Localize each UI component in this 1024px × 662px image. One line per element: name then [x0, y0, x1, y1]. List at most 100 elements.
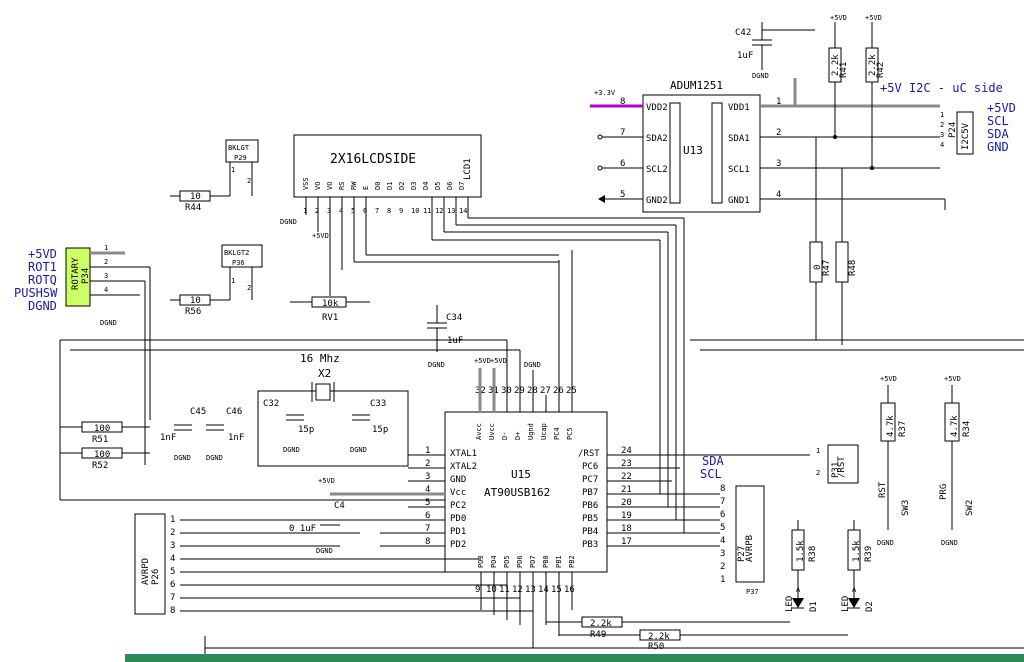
svg-text:PB5: PB5 — [582, 514, 598, 524]
svg-text:4: 4 — [940, 141, 944, 149]
svg-text:2: 2 — [247, 284, 251, 292]
svg-text:ROT1: ROT1 — [28, 260, 57, 274]
svg-text:12: 12 — [512, 585, 523, 595]
svg-text:BKLGT: BKLGT — [228, 144, 250, 152]
svg-text:A: A — [796, 586, 801, 594]
svg-text:4: 4 — [170, 554, 175, 564]
svg-text:PD3: PD3 — [477, 555, 485, 568]
svg-text:D6: D6 — [446, 182, 454, 190]
svg-text:2: 2 — [720, 562, 725, 572]
i2c-pullups: +5VD +5VD R41 R42 2.2k 2.2k — [793, 14, 886, 170]
schematic-canvas: ADUM1251 U13 VDD2 SDA2 SCL2 GND2 8 7 6 5… — [14, 14, 1024, 662]
svg-text:PD1: PD1 — [450, 527, 466, 537]
svg-text:3: 3 — [104, 272, 108, 280]
svg-text:+5VD: +5VD — [490, 357, 507, 365]
svg-text:PB2: PB2 — [568, 555, 576, 568]
svg-text:PD0: PD0 — [450, 514, 466, 524]
svg-text:10: 10 — [411, 207, 419, 215]
svg-text:ROTARY: ROTARY — [71, 257, 81, 290]
svg-text:RV1: RV1 — [322, 313, 338, 323]
svg-text:PC6: PC6 — [582, 462, 598, 472]
resistors-r49-r50: 2.2k R49 2.2k R50 — [546, 616, 848, 652]
svg-text:+5VD: +5VD — [318, 477, 335, 485]
svg-text:8: 8 — [387, 207, 391, 215]
svg-text:PB3: PB3 — [582, 540, 598, 550]
svg-text:14: 14 — [459, 207, 467, 215]
svg-text:PD5: PD5 — [503, 555, 511, 568]
svg-text:E: E — [362, 186, 370, 190]
svg-text:2.2k: 2.2k — [831, 54, 841, 76]
svg-text:26: 26 — [553, 386, 564, 396]
svg-text:SCL1: SCL1 — [728, 165, 750, 175]
svg-text:2: 2 — [104, 258, 108, 266]
svg-text:PB4: PB4 — [582, 527, 598, 537]
svg-text:P37: P37 — [746, 588, 759, 596]
svg-text:PC5: PC5 — [566, 427, 574, 440]
svg-text:P31: P31 — [831, 462, 841, 478]
svg-text:PB0: PB0 — [542, 555, 550, 568]
svg-text:+5VD: +5VD — [830, 14, 847, 22]
svg-text:27: 27 — [540, 386, 551, 396]
header-p36: BKLGT2 P36 1 2 10 R56 — [170, 244, 263, 317]
svg-text:1: 1 — [940, 111, 944, 119]
svg-text:1uF: 1uF — [737, 51, 753, 61]
svg-text:PC2: PC2 — [450, 501, 466, 511]
mcu-part: AT90USB162 — [484, 486, 550, 499]
crystal-x2: 16 Mhz X2 C32 C33 15p 15p DGND DGND — [257, 352, 409, 467]
svg-text:VDD2: VDD2 — [646, 103, 668, 113]
svg-text:9: 9 — [475, 585, 480, 595]
svg-text:1: 1 — [170, 515, 175, 525]
reset-circuit: /RST P31 1 2 4.7k R37 4.7k R34 +5VD +5VD… — [816, 375, 975, 547]
svg-text:GND: GND — [987, 140, 1009, 154]
svg-text:1: 1 — [303, 207, 307, 215]
svg-text:SDA1: SDA1 — [728, 134, 750, 144]
svg-text:DGND: DGND — [174, 454, 191, 462]
svg-text:LED: LED — [841, 596, 851, 612]
svg-text:5: 5 — [720, 523, 725, 533]
svg-text:6: 6 — [363, 207, 367, 215]
svg-text:Ucap: Ucap — [540, 423, 548, 440]
svg-text:Avcc: Avcc — [475, 423, 483, 440]
svg-text:D1: D1 — [386, 182, 394, 190]
svg-text:Ugnd: Ugnd — [527, 423, 535, 440]
svg-text:8: 8 — [720, 484, 725, 494]
svg-text:C46: C46 — [226, 407, 242, 417]
svg-text:/RST: /RST — [578, 449, 600, 459]
cap-c4: C4 0 1uF DGND — [289, 501, 345, 555]
svg-text:C45: C45 — [190, 407, 206, 417]
svg-text:1: 1 — [104, 244, 108, 252]
svg-text:2: 2 — [170, 528, 175, 538]
svg-text:XTAL1: XTAL1 — [450, 449, 477, 459]
svg-text:15p: 15p — [298, 425, 314, 435]
svg-text:SCL2: SCL2 — [646, 165, 668, 175]
i2c-side-label: +5V I2C - uC side — [880, 81, 1003, 95]
mcu-ref: U15 — [511, 468, 531, 481]
svg-text:SDA2: SDA2 — [646, 134, 668, 144]
svg-text:SDA: SDA — [702, 454, 724, 468]
svg-text:12: 12 — [435, 207, 443, 215]
svg-text:DGND: DGND — [28, 299, 57, 313]
svg-text:I2C5V: I2C5V — [961, 122, 971, 150]
svg-text:Uvcc: Uvcc — [488, 423, 496, 440]
svg-text:D3: D3 — [410, 182, 418, 190]
rotary-filter: 100 100 R51 R52 C45 C46 1nF 1nF DGND DGN… — [60, 407, 244, 471]
svg-text:+3.3V: +3.3V — [594, 89, 616, 97]
svg-text:9: 9 — [399, 207, 403, 215]
svg-text:RW: RW — [350, 181, 358, 190]
svg-text:PD7: PD7 — [529, 555, 537, 568]
svg-text:1: 1 — [816, 447, 820, 455]
svg-text:7: 7 — [720, 497, 725, 507]
svg-text:16: 16 — [564, 585, 575, 595]
adum-title: ADUM1251 — [670, 79, 723, 92]
svg-text:PUSHSW: PUSHSW — [14, 286, 58, 300]
svg-text:R38: R38 — [808, 546, 818, 562]
svg-text:C33: C33 — [370, 399, 386, 409]
svg-text:D1: D1 — [809, 601, 819, 612]
svg-text:ROTQ: ROTQ — [28, 273, 57, 287]
svg-text:PC4: PC4 — [553, 427, 561, 440]
svg-text:C32: C32 — [263, 399, 279, 409]
svg-text:DGND: DGND — [428, 361, 445, 369]
svg-text:DGND: DGND — [350, 446, 367, 454]
status-leds: 1.5k R38 1.5k R39 A A LED LED D1 D2 — [785, 520, 875, 612]
svg-text:VO: VO — [314, 182, 322, 190]
